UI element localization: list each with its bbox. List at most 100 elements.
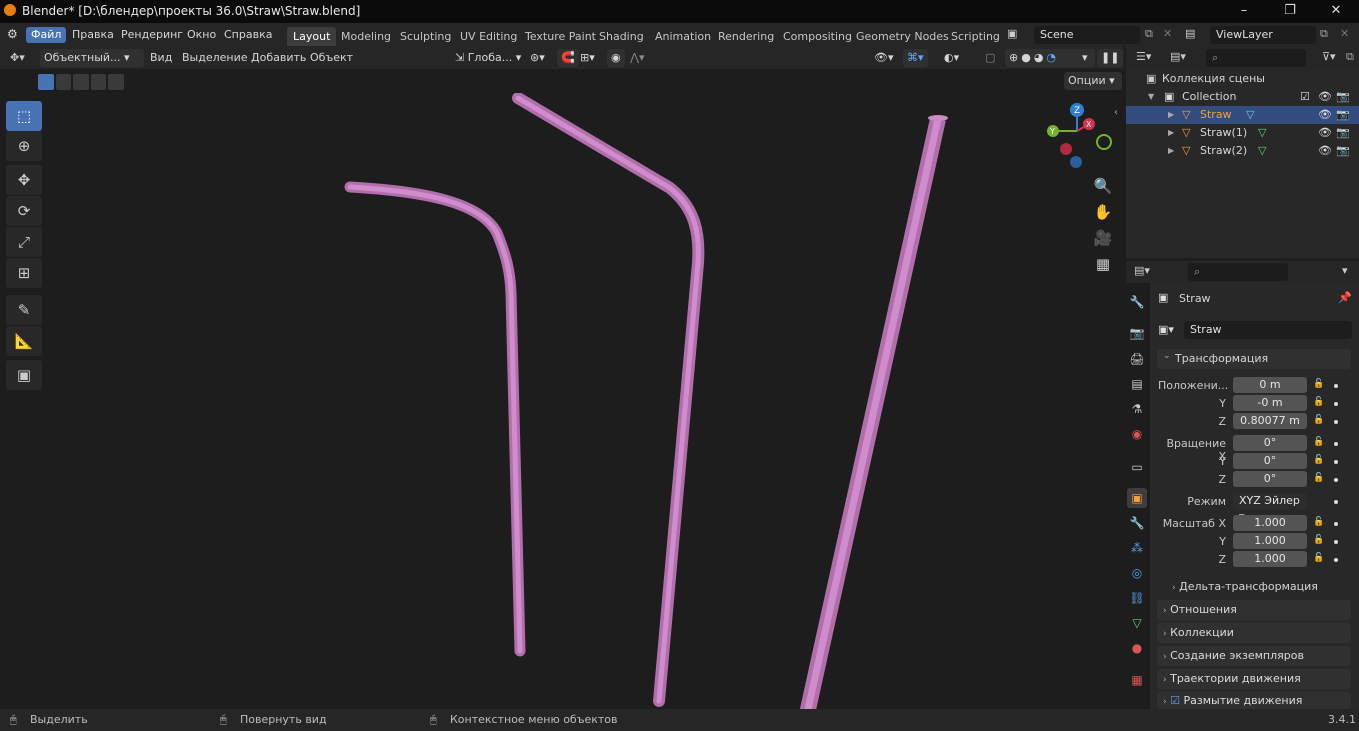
scale-z-field[interactable]: 1.000 (1233, 551, 1307, 567)
gizmo-toggle-icon[interactable]: ⌘▾ (903, 49, 928, 67)
collection-tab-icon[interactable]: ▭ (1127, 457, 1147, 477)
menu-help[interactable]: Справка (219, 27, 277, 43)
keyframe-dot-icon[interactable] (1334, 420, 1338, 424)
collection-eye-icon[interactable]: 👁 (1318, 88, 1332, 106)
pivot-icon[interactable]: ⊛▾ (530, 49, 545, 67)
collection-camera-icon[interactable]: 📷 (1336, 88, 1350, 106)
tab-compositing[interactable]: Compositing (777, 27, 858, 46)
object-type-icon[interactable]: ▣▾ (1158, 323, 1174, 336)
tool-tab-icon[interactable]: 🔧 (1127, 292, 1147, 312)
rotation-z-field[interactable]: 0° (1233, 471, 1307, 487)
transform-panel-header[interactable]: ⌄ Трансформация (1157, 349, 1351, 369)
select-invert-icon[interactable] (90, 74, 107, 90)
mode-dropdown[interactable]: Объектный... ▾ (40, 49, 144, 67)
scale-icon[interactable]: ⤢ (6, 227, 42, 257)
falloff-icon[interactable]: ⋀▾ (630, 49, 645, 67)
keyframe-dot-icon[interactable] (1334, 540, 1338, 544)
lock-icon[interactable]: 🔓 (1313, 535, 1324, 545)
panel-relations[interactable]: › Отношения (1157, 600, 1351, 620)
keyframe-dot-icon[interactable] (1334, 384, 1338, 388)
object-name-field[interactable]: Straw (1184, 321, 1352, 339)
menu-file[interactable]: Файл (26, 27, 67, 43)
scene-icon[interactable]: ▣ (1007, 27, 1017, 40)
menu-window[interactable]: Окно (182, 27, 221, 43)
expand-icon[interactable]: ▶ (1168, 142, 1174, 160)
collection-checkbox-icon[interactable]: ☑ (1300, 88, 1310, 106)
texture-tab-icon[interactable]: ▦ (1127, 670, 1147, 690)
select-new-icon[interactable] (38, 74, 54, 90)
tab-shading[interactable]: Shading (593, 27, 650, 46)
world-tab-icon[interactable]: ◉ (1127, 424, 1147, 444)
keyframe-dot-icon[interactable] (1334, 402, 1338, 406)
menu-select[interactable]: Выделение (182, 49, 248, 67)
close-icon[interactable]: ✕ (1313, 0, 1359, 23)
delta-transform-subpanel[interactable]: › Дельта-трансформация (1172, 580, 1318, 593)
tab-animation[interactable]: Animation (649, 27, 717, 46)
eye-icon[interactable]: 👁 (1318, 142, 1332, 160)
data-tab-icon[interactable]: ▽ (1127, 613, 1147, 633)
particles-tab-icon[interactable]: ⁂ (1127, 538, 1147, 558)
minimize-icon[interactable]: – (1221, 0, 1267, 23)
transform-icon[interactable]: ⊞ (6, 258, 42, 288)
camera-icon[interactable]: 🎥 (1092, 227, 1114, 249)
panel-collections[interactable]: › Коллекции (1157, 623, 1351, 643)
lock-icon[interactable]: 🔓 (1313, 437, 1324, 447)
menu-add[interactable]: Добавить (251, 49, 306, 67)
remove-scene-icon[interactable]: ✕ (1163, 27, 1172, 40)
view-layer-icon[interactable]: ▤ (1185, 27, 1195, 40)
add-cube-icon[interactable]: ▣ (6, 360, 42, 390)
lock-icon[interactable]: 🔓 (1313, 397, 1324, 407)
camera-icon[interactable]: 📷 (1336, 124, 1350, 142)
scene-tab-icon[interactable]: ⚗ (1127, 399, 1147, 419)
tab-scripting[interactable]: Scripting (945, 27, 1006, 46)
blender-menu-icon[interactable]: ⚙ (7, 27, 18, 41)
pin-icon[interactable]: 📌 (1338, 291, 1352, 304)
outliner-search-input[interactable]: ⌕ (1206, 49, 1306, 67)
tab-uv-editing[interactable]: UV Editing (454, 27, 523, 46)
xray-icon[interactable]: ▢ (985, 49, 995, 67)
lock-icon[interactable]: 🔓 (1313, 415, 1324, 425)
cursor-icon[interactable]: ⊕ (6, 131, 42, 161)
proportional-edit-icon[interactable]: ◉ (607, 49, 625, 67)
eye-icon[interactable]: 👁 (1318, 124, 1332, 142)
shading-options-icon[interactable]: ▾ (1082, 49, 1088, 67)
lock-icon[interactable]: 🔓 (1313, 455, 1324, 465)
pause-icon[interactable]: ❚❚ (1097, 49, 1124, 67)
modifier-tab-icon[interactable]: 🔧 (1127, 513, 1147, 533)
keyframe-dot-icon[interactable] (1334, 442, 1338, 446)
panel-motion-paths[interactable]: › Траектории движения (1157, 669, 1351, 689)
select-subtract-icon[interactable] (73, 74, 89, 90)
new-view-layer-icon[interactable]: ⧉ (1320, 27, 1328, 41)
constraints-tab-icon[interactable]: ⛓ (1127, 588, 1147, 608)
rotation-x-field[interactable]: 0° (1233, 435, 1307, 451)
move-icon[interactable]: ✥ (6, 165, 42, 195)
options-dropdown[interactable]: Опции ▾ (1064, 72, 1122, 90)
tab-texture-paint[interactable]: Texture Paint (519, 27, 602, 46)
pan-hand-icon[interactable]: ✋ (1092, 201, 1114, 223)
snap-toggle-icon[interactable]: 🧲 (557, 49, 579, 67)
camera-icon[interactable]: 📷 (1336, 142, 1350, 160)
object-tab-icon[interactable]: ▣ (1127, 488, 1147, 508)
tab-rendering[interactable]: Rendering (712, 27, 780, 46)
properties-options-icon[interactable]: ▾ (1342, 264, 1348, 277)
grid-icon[interactable]: ▦ (1092, 253, 1114, 275)
view-layer-field[interactable]: ViewLayer (1210, 26, 1316, 44)
measure-icon[interactable]: 📐 (6, 326, 42, 356)
select-box-icon[interactable]: ⬚ (6, 101, 42, 131)
lock-icon[interactable]: 🔓 (1313, 379, 1324, 389)
output-tab-icon[interactable]: 🖨 (1127, 349, 1147, 369)
properties-editor-icon[interactable]: ▤▾ (1134, 264, 1150, 277)
lock-icon[interactable]: 🔓 (1313, 473, 1324, 483)
snap-target-icon[interactable]: ⊞▾ (580, 49, 595, 67)
sidebar-toggle-icon[interactable]: ‹ (1114, 107, 1118, 118)
outliner-editor-icon[interactable]: ☰▾ (1136, 50, 1151, 63)
rotate-icon[interactable]: ⟳ (6, 196, 42, 226)
view-layer-tab-icon[interactable]: ▤ (1127, 374, 1147, 394)
scale-x-field[interactable]: 1.000 (1233, 515, 1307, 531)
scale-y-field[interactable]: 1.000 (1233, 533, 1307, 549)
display-mode-icon[interactable]: ▤▾ (1170, 50, 1186, 63)
eye-icon[interactable]: 👁 (1318, 106, 1332, 124)
render-tab-icon[interactable]: 📷 (1127, 323, 1147, 343)
panel-motion-blur[interactable]: › ☑ Размытие движения (1157, 692, 1351, 709)
camera-icon[interactable]: 📷 (1336, 106, 1350, 124)
